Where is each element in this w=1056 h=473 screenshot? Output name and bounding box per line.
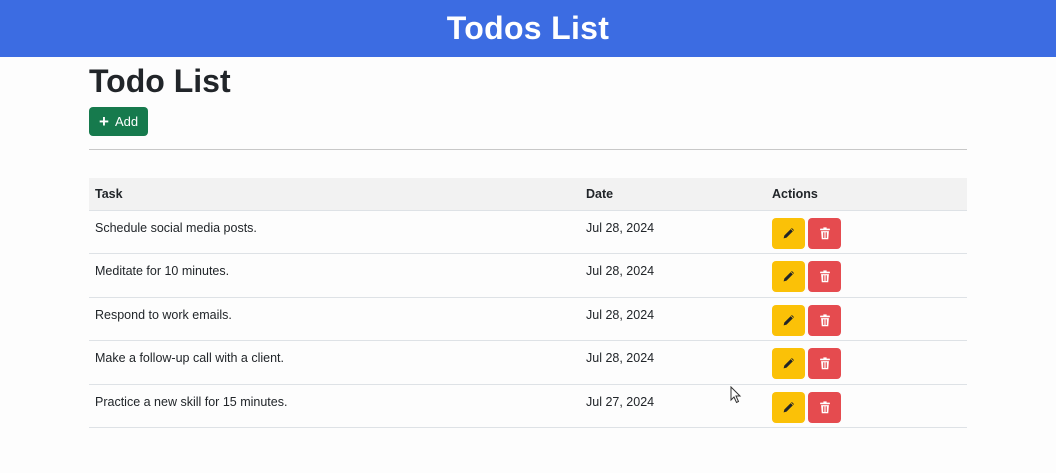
app-title: Todos List	[446, 10, 610, 46]
app-header: Todos List	[0, 0, 1056, 57]
task-cell: Meditate for 10 minutes.	[89, 253, 580, 298]
mouse-cursor-icon	[730, 386, 742, 404]
delete-button[interactable]	[808, 348, 841, 379]
table-row: Meditate for 10 minutes. Jul 28, 2024	[89, 253, 967, 298]
delete-button[interactable]	[808, 261, 841, 292]
main-content: Todo List + Add Task Date Actions Schedu…	[89, 57, 967, 428]
add-todo-button[interactable]: + Add	[89, 107, 149, 136]
edit-button[interactable]	[772, 348, 805, 379]
column-header-date: Date	[580, 178, 766, 211]
task-cell: Schedule social media posts.	[89, 210, 580, 254]
date-cell: Jul 28, 2024	[580, 297, 766, 341]
trash-icon	[819, 400, 831, 414]
actions-cell	[766, 210, 967, 254]
trash-icon	[819, 313, 831, 327]
todo-table-body: Schedule social media posts. Jul 28, 2024…	[89, 210, 967, 428]
date-cell: Jul 28, 2024	[580, 253, 766, 298]
actions-cell	[766, 384, 967, 428]
actions-cell	[766, 253, 967, 298]
edit-button[interactable]	[772, 217, 805, 249]
delete-button[interactable]	[808, 217, 841, 249]
pencil-icon	[782, 401, 795, 414]
add-button-label: Add	[114, 114, 139, 129]
pencil-icon	[782, 357, 795, 370]
pencil-icon	[782, 314, 795, 327]
actions-cell	[766, 297, 967, 341]
delete-button[interactable]	[808, 304, 841, 336]
plus-icon: +	[99, 111, 109, 131]
table-row: Schedule social media posts. Jul 28, 2024	[89, 210, 967, 254]
divider	[89, 149, 967, 150]
pencil-icon	[782, 227, 795, 240]
pencil-icon	[782, 270, 795, 283]
column-header-task: Task	[89, 178, 580, 211]
todo-table: Task Date Actions Schedule social media …	[89, 178, 967, 428]
date-cell: Jul 28, 2024	[580, 210, 766, 254]
delete-button[interactable]	[808, 391, 841, 423]
table-row: Make a follow-up call with a client. Jul …	[89, 340, 967, 385]
edit-button[interactable]	[772, 261, 805, 292]
page-title: Todo List	[89, 63, 231, 99]
trash-icon	[819, 357, 831, 370]
date-cell: Jul 28, 2024	[580, 340, 766, 385]
trash-icon	[819, 226, 831, 240]
task-cell: Make a follow-up call with a client.	[89, 340, 580, 385]
table-row: Respond to work emails. Jul 28, 2024	[89, 297, 967, 341]
task-cell: Respond to work emails.	[89, 297, 580, 341]
table-row: Practice a new skill for 15 minutes. Jul …	[89, 384, 967, 428]
edit-button[interactable]	[772, 391, 805, 423]
trash-icon	[819, 270, 831, 283]
task-cell: Practice a new skill for 15 minutes.	[89, 384, 580, 428]
column-header-actions: Actions	[766, 178, 967, 211]
actions-cell	[766, 340, 967, 385]
table-header-row: Task Date Actions	[89, 178, 967, 211]
edit-button[interactable]	[772, 304, 805, 336]
